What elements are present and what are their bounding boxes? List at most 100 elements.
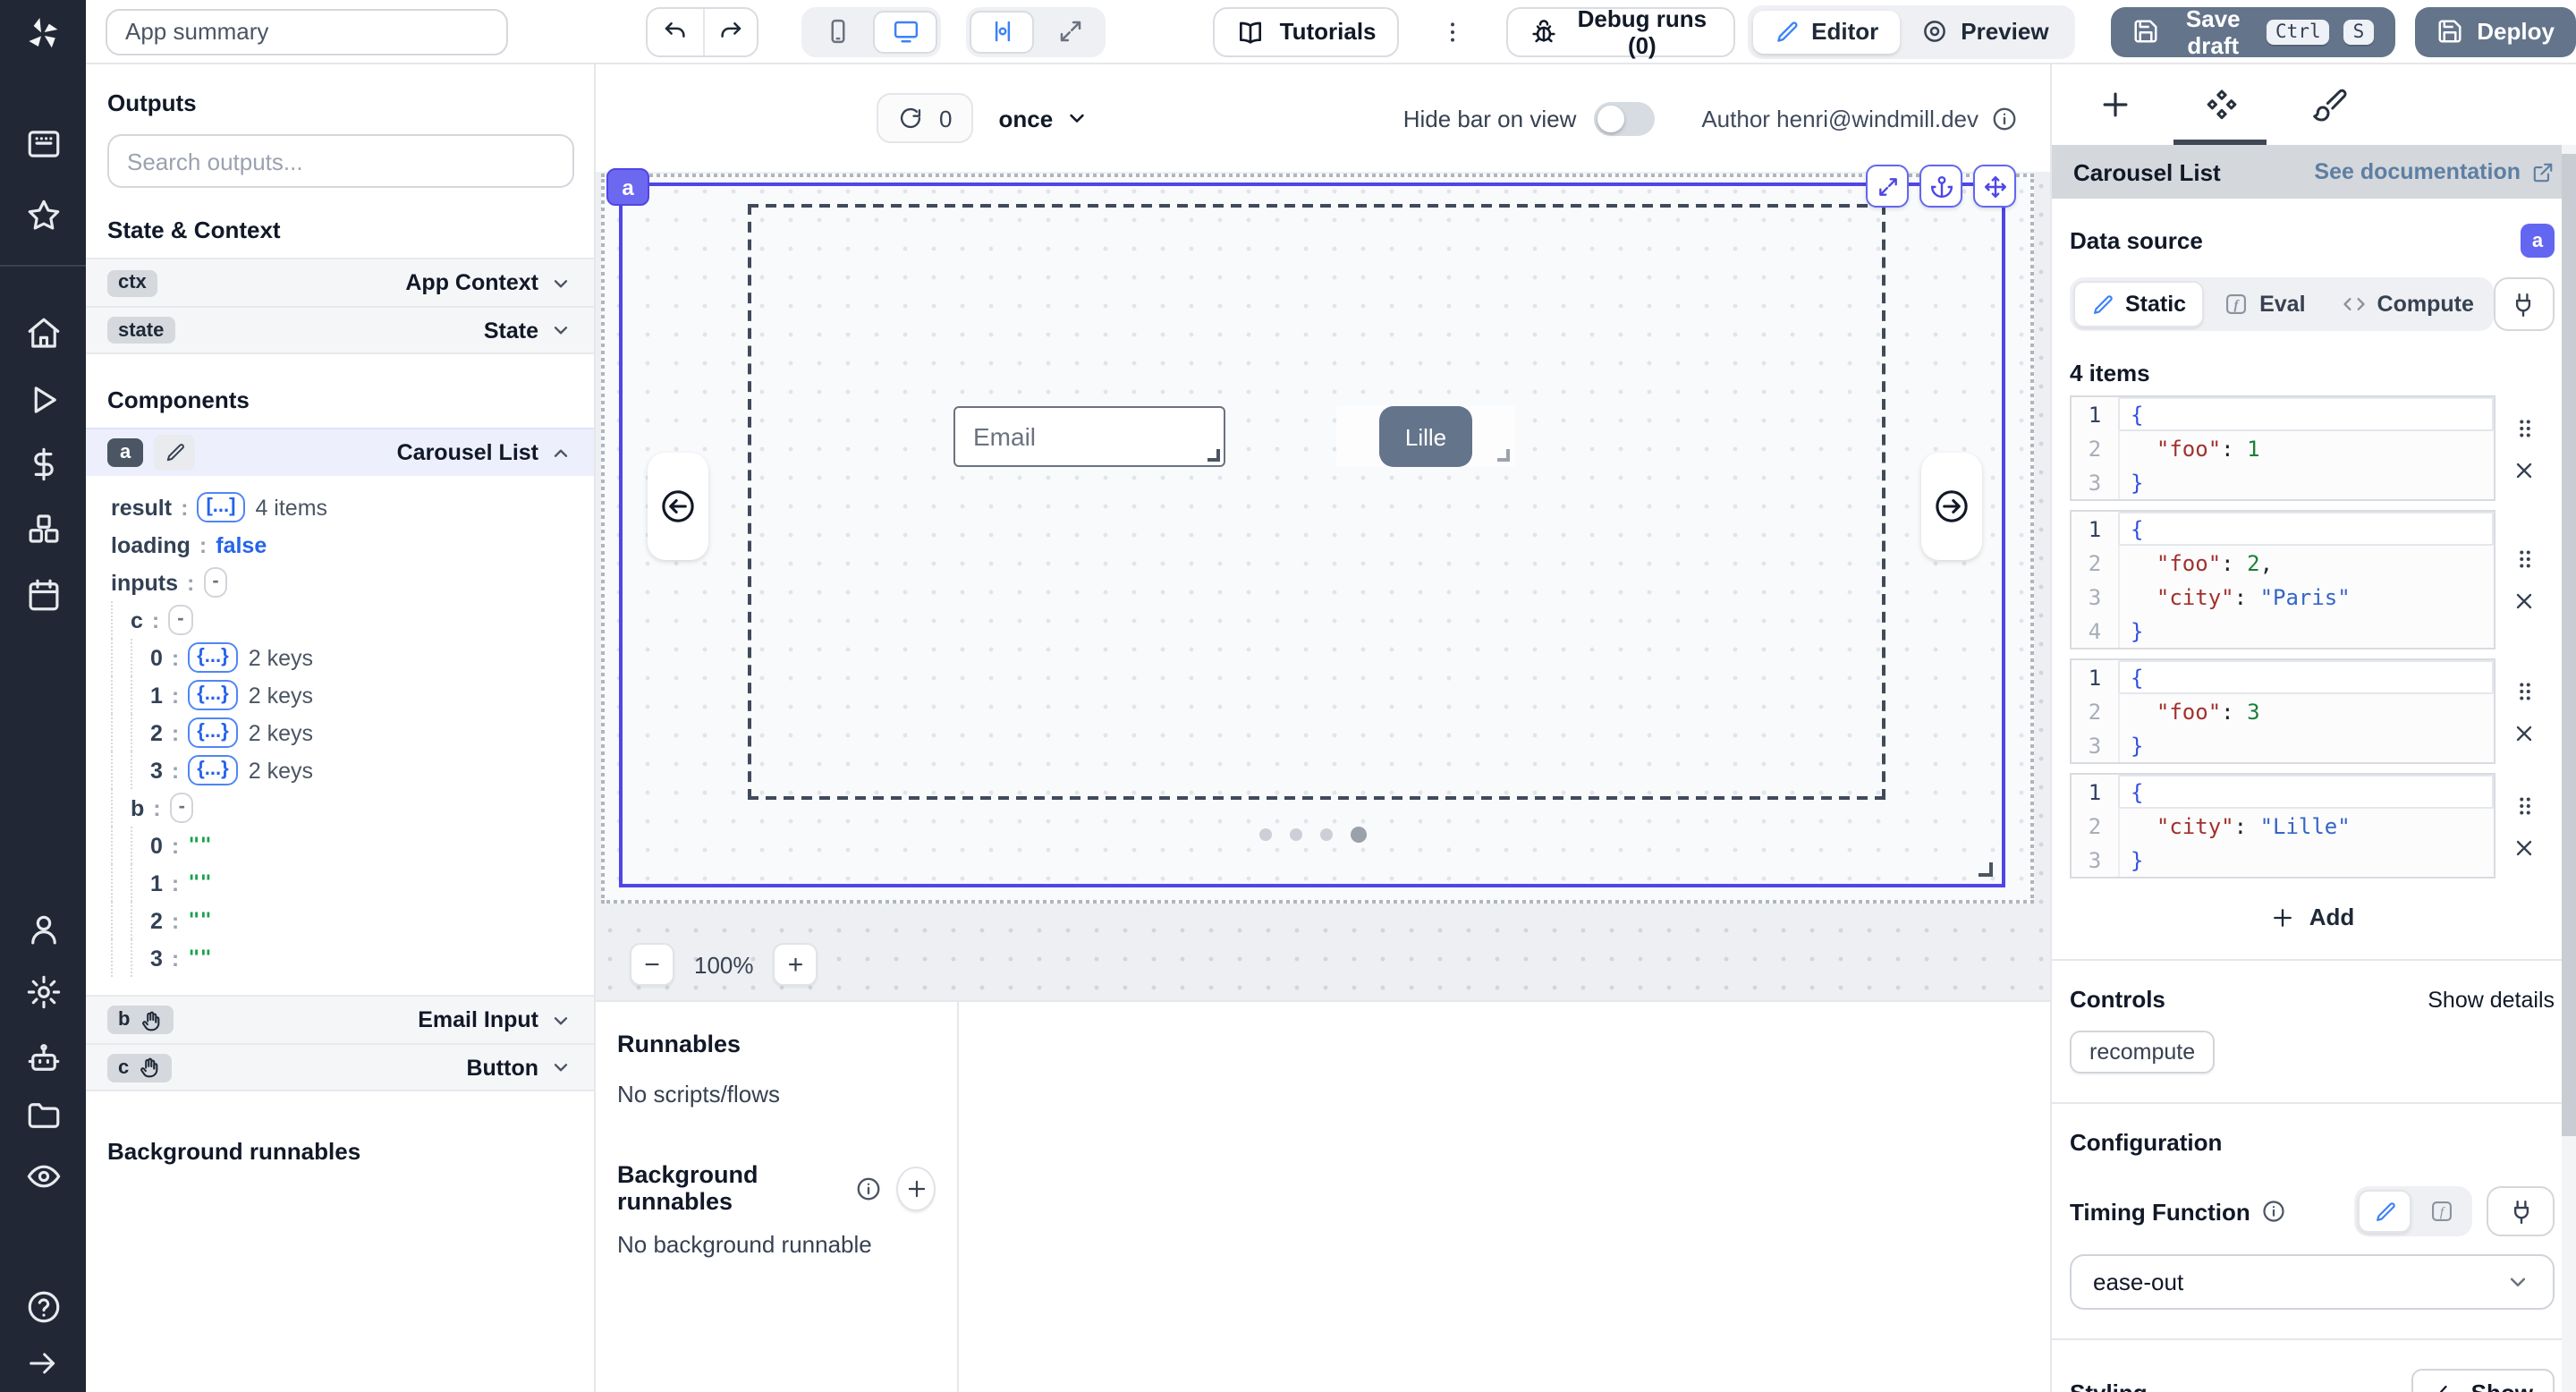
info-icon[interactable]	[2261, 1199, 2286, 1224]
debug-runs-button[interactable]: Debug runs (0)	[1507, 6, 1735, 56]
home-icon[interactable]	[25, 315, 63, 352]
audit-eye-icon[interactable]	[25, 1158, 63, 1195]
tree-row[interactable]: loading:false	[86, 526, 594, 564]
timing-function-select[interactable]: ease-out	[2070, 1254, 2555, 1310]
tree-row[interactable]: 0:{...}2 keys	[86, 639, 594, 676]
zoom-out-button[interactable]: −	[630, 943, 674, 986]
tree-row[interactable]: result:[...]4 items	[86, 488, 594, 526]
component-b-row[interactable]: b Email Input	[86, 995, 594, 1043]
favorites-star-icon[interactable]	[25, 197, 63, 234]
expand-sidebar-arrow-icon[interactable]	[25, 1345, 61, 1381]
source-static-tab[interactable]: Static	[2073, 281, 2204, 327]
item-json-editor[interactable]: 1{2 "foo": 2,3 "city": "Paris"4}	[2070, 510, 2496, 649]
tree-row[interactable]: b:-	[86, 789, 594, 827]
info-icon[interactable]	[856, 1175, 883, 1201]
tree-row[interactable]: 2:{...}2 keys	[86, 714, 594, 751]
source-eval-tab[interactable]: f Eval	[2207, 281, 2321, 327]
carousel-inner-container[interactable]	[748, 204, 1885, 800]
delete-item-icon[interactable]	[2512, 589, 2538, 614]
tree-row[interactable]: inputs:-	[86, 564, 594, 601]
tree-row[interactable]: 0:""	[86, 827, 594, 864]
resources-icon[interactable]	[25, 510, 63, 547]
deploy-button[interactable]: Deploy	[2414, 6, 2576, 56]
ctx-row[interactable]: ctx App Context	[86, 258, 594, 306]
move-icon[interactable]	[1973, 165, 2016, 208]
scrollbar-thumb[interactable]	[2562, 154, 2576, 1136]
more-menu-kebab-icon[interactable]	[1439, 17, 1468, 46]
expand-component-icon[interactable]	[1866, 165, 1909, 208]
add-item-button[interactable]: Add	[2070, 904, 2555, 930]
see-documentation-link[interactable]: See documentation	[2314, 159, 2555, 184]
add-background-runnable-button[interactable]	[897, 1166, 936, 1210]
email-input-component[interactable]	[953, 406, 1225, 467]
resize-handle[interactable]	[1208, 449, 1220, 462]
center-layout-button[interactable]	[970, 10, 1035, 53]
source-compute-tab[interactable]: Compute	[2326, 281, 2490, 327]
drag-handle-icon[interactable]	[2512, 792, 2538, 819]
styling-show-button[interactable]: Show	[2412, 1369, 2555, 1392]
rename-pencil-icon[interactable]	[154, 435, 195, 471]
component-a-row[interactable]: a Carousel List	[86, 428, 594, 476]
delete-item-icon[interactable]	[2512, 720, 2538, 745]
item-json-editor[interactable]: 1{2 "city": "Lille"3}	[2070, 773, 2496, 878]
user-icon[interactable]	[25, 911, 63, 948]
settings-gear-icon[interactable]	[25, 973, 63, 1011]
canvas-board[interactable]: a Lille	[596, 172, 2050, 1000]
undo-button[interactable]	[648, 8, 702, 55]
drag-handle-icon[interactable]	[2512, 546, 2538, 573]
carousel-pagination-dots[interactable]	[623, 827, 2002, 843]
tutorials-button[interactable]: Tutorials	[1214, 6, 1400, 56]
editor-tab[interactable]: Editor	[1752, 10, 1900, 53]
tree-row[interactable]: 3:""	[86, 939, 594, 977]
item-json-editor[interactable]: 1{2 "foo": 33}	[2070, 658, 2496, 764]
tree-row[interactable]: 1:{...}2 keys	[86, 676, 594, 714]
connect-plug-icon[interactable]	[2494, 277, 2555, 331]
tree-row[interactable]: 3:{...}2 keys	[86, 751, 594, 789]
lille-button-component[interactable]: Lille	[1379, 406, 1472, 467]
variables-icon[interactable]	[25, 446, 63, 483]
carousel-component-selected[interactable]: a Lille	[619, 182, 2005, 887]
carousel-dot[interactable]	[1289, 828, 1301, 841]
hide-bar-toggle[interactable]	[1594, 101, 1655, 135]
tree-row[interactable]: 2:""	[86, 902, 594, 939]
workers-robot-icon[interactable]	[25, 1040, 63, 1077]
zoom-in-button[interactable]: +	[774, 943, 818, 986]
show-details-link[interactable]: Show details	[2428, 987, 2555, 1012]
schedules-icon[interactable]	[25, 576, 63, 614]
component-resize-handle[interactable]	[1979, 862, 1993, 877]
delete-item-icon[interactable]	[2512, 457, 2538, 482]
anchor-icon[interactable]	[1919, 165, 1962, 208]
carousel-prev-button[interactable]	[648, 453, 708, 560]
styling-brush-tab-icon[interactable]	[2311, 87, 2347, 123]
carousel-dot[interactable]	[1319, 828, 1332, 841]
carousel-dot[interactable]	[1258, 828, 1271, 841]
right-panel-scrollbar[interactable]	[2562, 145, 2576, 1392]
timing-static-pencil-icon[interactable]	[2358, 1190, 2411, 1233]
refresh-count-button[interactable]: 0	[877, 93, 973, 143]
info-icon[interactable]	[1991, 105, 2018, 132]
app-summary-input[interactable]	[106, 8, 508, 55]
component-settings-tab-icon[interactable]	[2204, 87, 2240, 123]
preview-tab[interactable]: Preview	[1900, 10, 2070, 53]
schedule-dropdown[interactable]: once	[998, 105, 1089, 132]
resize-handle[interactable]	[1497, 449, 1510, 462]
save-draft-button[interactable]: Save draft Ctrl S	[2112, 6, 2395, 56]
carousel-dot[interactable]	[1350, 827, 1366, 843]
component-c-row[interactable]: c Button	[86, 1043, 594, 1091]
tree-row[interactable]: c:-	[86, 601, 594, 639]
state-row[interactable]: state State	[86, 306, 594, 354]
insert-component-plus-icon[interactable]	[2098, 88, 2132, 122]
tree-row[interactable]: 1:""	[86, 864, 594, 902]
help-icon[interactable]	[25, 1288, 63, 1326]
mobile-view-button[interactable]	[806, 10, 870, 53]
timing-eval-function-icon[interactable]: f	[2415, 1190, 2469, 1233]
carousel-next-button[interactable]	[1921, 453, 1982, 560]
search-outputs-input[interactable]	[107, 134, 574, 188]
fullwidth-layout-button[interactable]	[1038, 10, 1103, 53]
drag-handle-icon[interactable]	[2512, 414, 2538, 441]
folders-icon[interactable]	[25, 1097, 63, 1134]
apps-icon[interactable]	[25, 125, 63, 163]
desktop-view-button[interactable]	[874, 10, 938, 53]
item-json-editor[interactable]: 1{2 "foo": 13}	[2070, 395, 2496, 501]
runs-icon[interactable]	[25, 381, 63, 419]
